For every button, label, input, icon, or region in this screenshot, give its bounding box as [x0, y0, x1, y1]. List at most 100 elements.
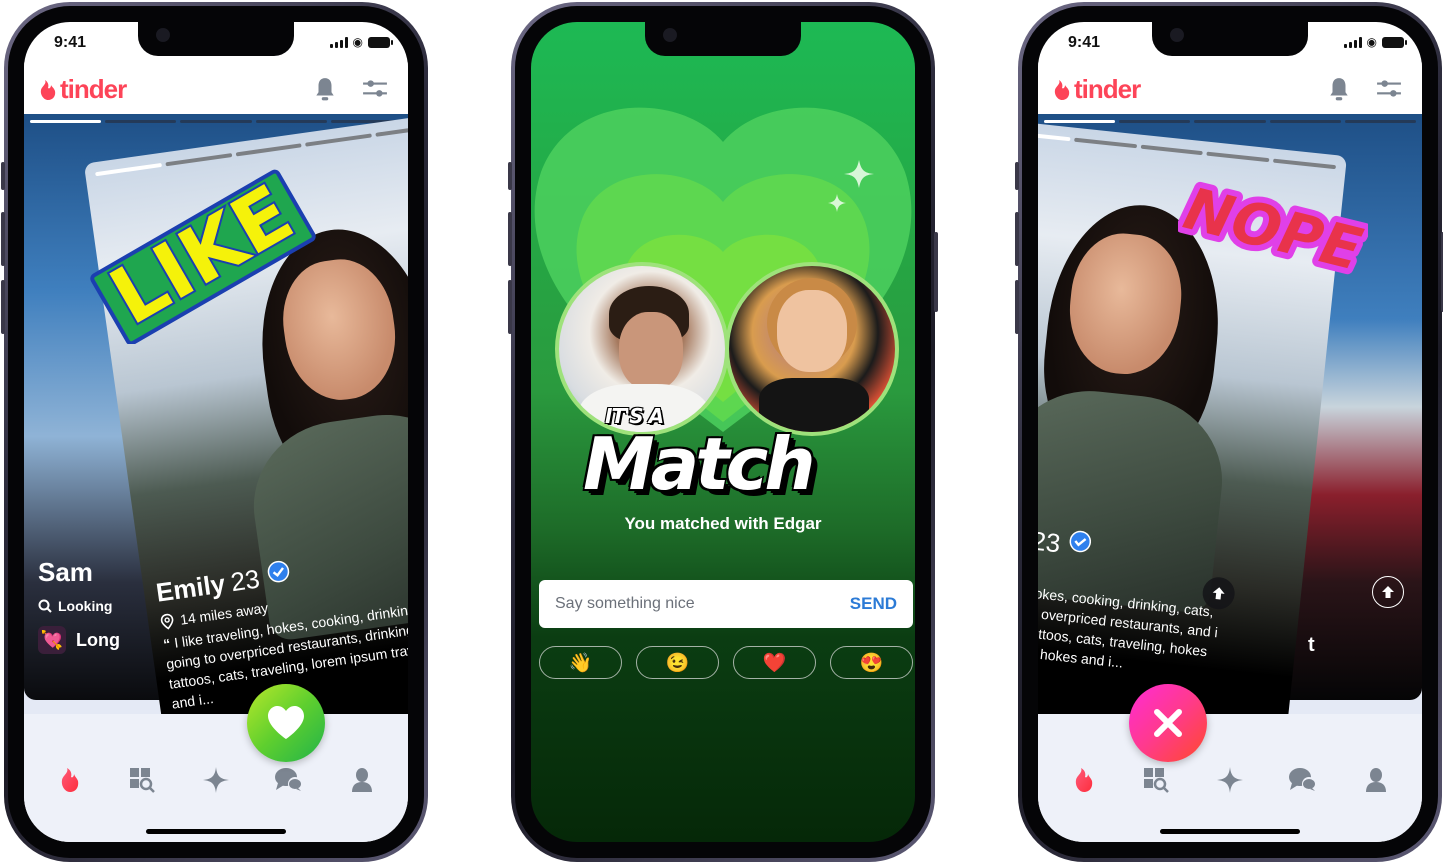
like-stamp: LIKE [90, 167, 316, 344]
quick-reply-wave[interactable]: 👋 [539, 646, 622, 679]
bell-icon[interactable] [1326, 76, 1352, 102]
phone-bezel: 9:41 ◉ tinder [8, 6, 424, 858]
progress-segment [30, 120, 102, 123]
battery-icon [1382, 36, 1407, 48]
tab-profile[interactable] [342, 760, 382, 800]
quick-reply-wink[interactable]: 😉 [636, 646, 719, 679]
quick-reply-heart-eyes[interactable]: 😍 [830, 646, 913, 679]
front-camera [156, 28, 170, 42]
heart-icon [268, 706, 304, 739]
chat-bubbles-icon [1288, 768, 1316, 791]
status-icons: ◉ [329, 35, 393, 49]
tab-explore[interactable] [123, 760, 163, 800]
arrow-up-icon [1382, 586, 1394, 598]
explore-grid-icon [1144, 768, 1170, 793]
headline-match: Match [583, 422, 816, 506]
flame-icon [40, 79, 56, 100]
intent-label: Long [76, 629, 120, 650]
tab-chats[interactable] [269, 760, 309, 800]
status-icons: ◉ [1343, 35, 1407, 49]
nope-button[interactable] [1129, 684, 1207, 762]
progress-segment [255, 120, 327, 123]
flame-icon [62, 768, 79, 792]
progress-segment [1206, 151, 1270, 163]
wifi-icon: ◉ [352, 35, 363, 49]
swipe-screen: 9:41 ◉ tinder [24, 22, 408, 842]
looking-for-label: Looking [58, 598, 113, 614]
home-indicator[interactable] [146, 829, 286, 834]
profile-age: 23 [1038, 525, 1062, 559]
progress-segment [1194, 120, 1266, 123]
tab-discover[interactable] [50, 760, 90, 800]
sliders-icon[interactable] [362, 76, 388, 102]
signal-icon [329, 36, 348, 48]
flame-icon [1054, 79, 1070, 100]
progress-segment [305, 133, 373, 147]
photo-progress [30, 120, 403, 123]
progress-segment [1344, 120, 1417, 123]
sparkle-icon [1216, 767, 1243, 793]
volume-down-button [508, 280, 512, 334]
progress-segment [375, 123, 408, 137]
bell-icon[interactable] [312, 76, 338, 102]
profile-name: Emily [154, 568, 228, 608]
message-input[interactable] [555, 595, 850, 613]
phone-bezel: 9:41 ◉ tinder [1022, 6, 1438, 858]
expand-profile-button[interactable] [1372, 576, 1404, 608]
quick-reply-heart[interactable]: ❤️ [733, 646, 816, 679]
volume-down-button [1, 280, 5, 334]
search-icon [38, 599, 52, 613]
tab-gold[interactable] [196, 760, 236, 800]
mute-switch [508, 162, 512, 190]
message-box: SEND [539, 580, 913, 628]
tinder-logo: tinder [38, 74, 127, 105]
progress-segment [1044, 120, 1116, 123]
card-stack: t 23 hokes, cooking, drinking, cats, ove… [1038, 114, 1422, 763]
home-indicator[interactable] [1160, 829, 1300, 834]
phone-left: 9:41 ◉ tinder Sam Looking 💘 Long Emily23… [1, 2, 428, 862]
wifi-icon: ◉ [1366, 35, 1377, 49]
verified-badge-icon [1069, 530, 1091, 553]
tab-chats[interactable] [1283, 760, 1323, 800]
back-profile-info: Sam Looking 💘 Long [38, 557, 120, 654]
chat-bubbles-icon [274, 768, 302, 791]
power-button [934, 232, 938, 312]
send-button[interactable]: SEND [850, 594, 897, 614]
looking-for-row: Looking [38, 598, 120, 614]
notch [138, 22, 294, 56]
front-camera [1170, 28, 1184, 42]
mute-switch [1015, 162, 1019, 190]
card-stack: Sam Looking 💘 Long Emily23 14 miles away… [24, 112, 408, 768]
notch [1152, 22, 1308, 56]
match-screen: IT'S A Match You matched with Edgar SEND… [531, 22, 915, 842]
flame-icon [1076, 768, 1093, 792]
signal-icon [1343, 36, 1362, 48]
match-photo [725, 262, 899, 436]
sparkle-icon [202, 767, 229, 793]
volume-down-button [1015, 280, 1019, 334]
tab-discover[interactable] [1064, 760, 1104, 800]
progress-segment [1038, 130, 1071, 142]
quick-replies: 👋 😉 ❤️ 😍 [539, 646, 915, 679]
back-profile-name-partial: t [1308, 634, 1315, 656]
matched-subtitle: You matched with Edgar [624, 514, 822, 533]
tab-profile[interactable] [1356, 760, 1396, 800]
status-time: 9:41 [54, 34, 87, 51]
tab-gold[interactable] [1210, 760, 1250, 800]
location-pin-icon [160, 613, 174, 630]
volume-up-button [1, 212, 5, 266]
explore-grid-icon [130, 768, 156, 793]
like-button[interactable] [247, 684, 325, 762]
phone-right: 9:41 ◉ tinder t 23 hokes, cooking, drink… [1015, 2, 1443, 862]
app-header: tinder [1038, 62, 1422, 114]
sliders-icon[interactable] [1376, 76, 1402, 102]
arrow-up-icon [1212, 587, 1225, 600]
tab-bar-items [34, 760, 398, 800]
close-icon [1154, 709, 1182, 737]
tab-explore[interactable] [1137, 760, 1177, 800]
progress-segment [105, 120, 177, 123]
heart-arrow-icon: 💘 [38, 626, 66, 654]
progress-segment [1269, 120, 1341, 123]
nope-stamp: NOPE [1178, 168, 1368, 290]
progress-segment [180, 120, 252, 123]
